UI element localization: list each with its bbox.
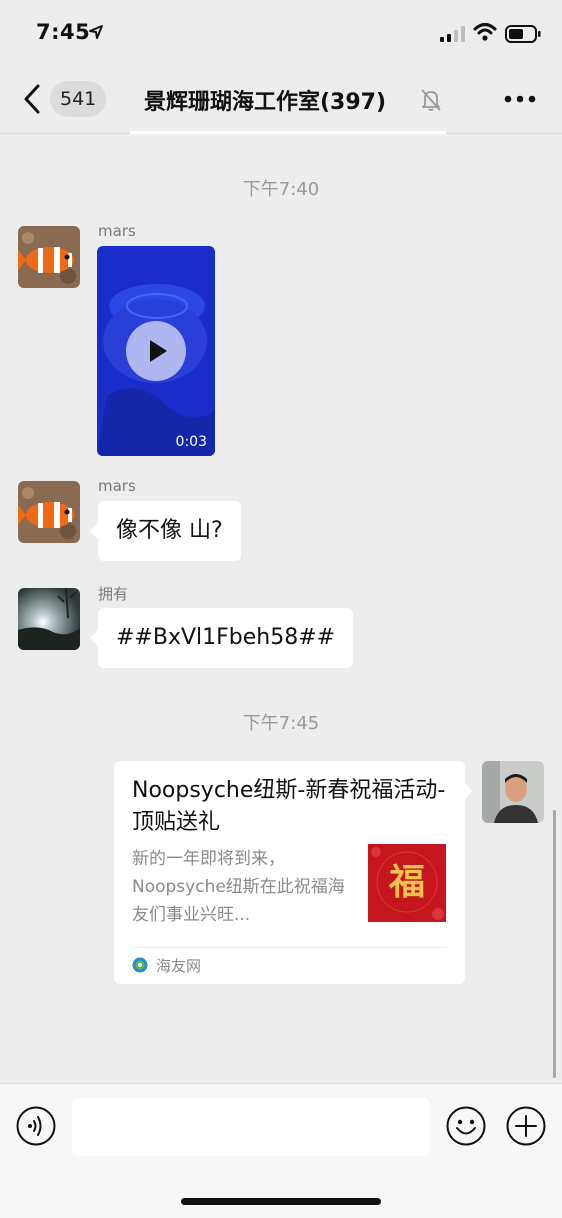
back-icon[interactable]	[18, 82, 46, 116]
timestamp: 下午7:45	[242, 713, 320, 734]
video-duration: 0:03	[175, 434, 207, 450]
chat-title: 景辉珊瑚海工作室(397)	[144, 90, 387, 115]
link-card-description: 新的一年即将到来，Noopsyche纽斯在此祝福海友们事业兴旺...	[132, 849, 345, 925]
emoji-icon[interactable]	[446, 1106, 486, 1146]
bell-mute-icon	[421, 89, 441, 111]
wifi-icon	[473, 23, 497, 41]
link-card-thumbnail: 福	[368, 844, 446, 922]
timestamp: 下午7:40	[242, 179, 320, 200]
link-card-divider	[132, 947, 447, 948]
clownfish-avatar-image	[18, 481, 80, 543]
avatar[interactable]	[18, 481, 80, 543]
fu-thumbnail-image: 福	[368, 844, 446, 922]
sender-name: mars	[98, 222, 136, 240]
status-bar: 7:45	[0, 0, 562, 66]
avatar[interactable]	[18, 588, 80, 650]
location-arrow-icon	[89, 25, 103, 39]
more-icon[interactable]	[503, 94, 537, 104]
message-bubble[interactable]: 像不像 山?	[90, 501, 241, 561]
signal-icon	[440, 26, 465, 42]
fu-glyph: 福	[388, 861, 425, 903]
haiyou-site-icon	[132, 957, 148, 973]
pinned-divider	[130, 131, 446, 134]
sunset-avatar-image	[18, 588, 80, 650]
message-input[interactable]	[72, 1098, 430, 1156]
link-card-title: Noopsyche纽斯-新春祝福活动-顶贴送礼	[132, 778, 446, 835]
play-icon	[150, 340, 167, 362]
unread-count-badge[interactable]: 541	[50, 81, 107, 117]
voice-icon[interactable]	[16, 1106, 56, 1146]
scrollbar[interactable]	[553, 810, 556, 1078]
my-avatar[interactable]	[482, 761, 544, 823]
clownfish-avatar-image	[18, 226, 80, 288]
link-card-source: 海友网	[156, 957, 202, 975]
home-indicator	[181, 1198, 381, 1205]
status-time: 7:45	[36, 20, 91, 44]
message-bubble[interactable]: ##BxVl1Fbeh58##	[89, 608, 354, 668]
link-card-message[interactable]: Noopsyche纽斯-新春祝福活动-顶贴送礼 新的一年即将到来，Noopsyc…	[114, 761, 473, 984]
video-message[interactable]: 0:03	[97, 246, 215, 456]
avatar[interactable]	[18, 226, 80, 288]
battery-icon	[505, 25, 541, 43]
person-avatar-image	[482, 761, 544, 823]
play-button[interactable]	[126, 321, 186, 381]
sender-name: 拥有	[98, 585, 129, 603]
plus-icon[interactable]	[506, 1106, 546, 1146]
sender-name: mars	[98, 477, 136, 495]
chat-header: 541 景辉珊瑚海工作室(397)	[0, 66, 562, 134]
